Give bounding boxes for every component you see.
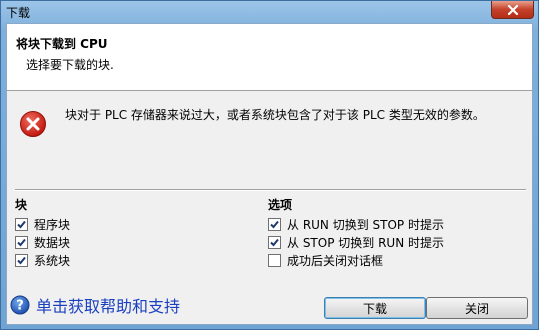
header-title: 将块下载到 CPU <box>16 37 108 51</box>
checkbox-label: 成功后关闭对话框 <box>287 254 384 268</box>
window-title: 下载 <box>6 6 31 20</box>
checkbox-box[interactable] <box>268 218 281 231</box>
checkmark-icon <box>17 238 26 247</box>
checkbox-label: 数据块 <box>34 236 71 250</box>
checkbox-close-on-success[interactable]: 成功后关闭对话框 <box>268 252 383 269</box>
title-bar[interactable]: 下载 <box>1 1 538 23</box>
window-close-button[interactable] <box>491 1 534 19</box>
checkbox-box[interactable] <box>268 254 281 267</box>
checkbox-box[interactable] <box>268 236 281 249</box>
header-subtitle: 选择要下载的块. <box>26 58 114 72</box>
checkbox-label: 从 RUN 切换到 STOP 时提示 <box>287 218 444 232</box>
checkmark-icon <box>270 238 279 247</box>
close-button[interactable]: 关闭 <box>426 297 528 319</box>
help-link[interactable]: 单击获取帮助和支持 <box>36 293 180 317</box>
checkmark-icon <box>17 256 26 265</box>
svg-text:?: ? <box>16 299 24 314</box>
checkbox-run-to-stop-prompt[interactable]: 从 RUN 切换到 STOP 时提示 <box>268 216 444 233</box>
checkbox-box[interactable] <box>15 218 28 231</box>
checkbox-program-block[interactable]: 程序块 <box>15 216 70 233</box>
options-group-title: 选项 <box>268 198 293 212</box>
checkmark-icon <box>17 220 26 229</box>
dialog-client: 将块下载到 CPU 选择要下载的块. 块对于 PLC 存储器来说过大，或者系统块… <box>6 23 533 325</box>
dialog-header: 将块下载到 CPU 选择要下载的块. <box>7 24 532 91</box>
section-divider <box>15 189 526 191</box>
checkbox-box[interactable] <box>15 236 28 249</box>
checkmark-icon <box>270 220 279 229</box>
checkbox-label: 系统块 <box>34 254 71 268</box>
checkbox-label: 程序块 <box>34 218 71 232</box>
checkbox-box[interactable] <box>15 254 28 267</box>
download-button[interactable]: 下载 <box>324 297 426 319</box>
close-icon <box>507 4 518 15</box>
checkbox-system-block[interactable]: 系统块 <box>15 252 70 269</box>
checkbox-stop-to-run-prompt[interactable]: 从 STOP 切换到 RUN 时提示 <box>268 234 444 251</box>
blocks-group-title: 块 <box>15 198 28 212</box>
checkbox-data-block[interactable]: 数据块 <box>15 234 70 251</box>
help-link-area[interactable]: ? 单击获取帮助和支持 <box>10 293 180 317</box>
checkbox-label: 从 STOP 切换到 RUN 时提示 <box>287 236 444 250</box>
help-icon: ? <box>10 295 30 315</box>
dialog-window: 下载 将块下载到 CPU 选择要下载的块. 块对于 PLC 存储器来说过大，或者… <box>0 0 539 330</box>
error-message: 块对于 PLC 存储器来说过大，或者系统块包含了对于该 PLC 类型无效的参数。 <box>65 108 485 122</box>
error-icon <box>20 111 46 137</box>
